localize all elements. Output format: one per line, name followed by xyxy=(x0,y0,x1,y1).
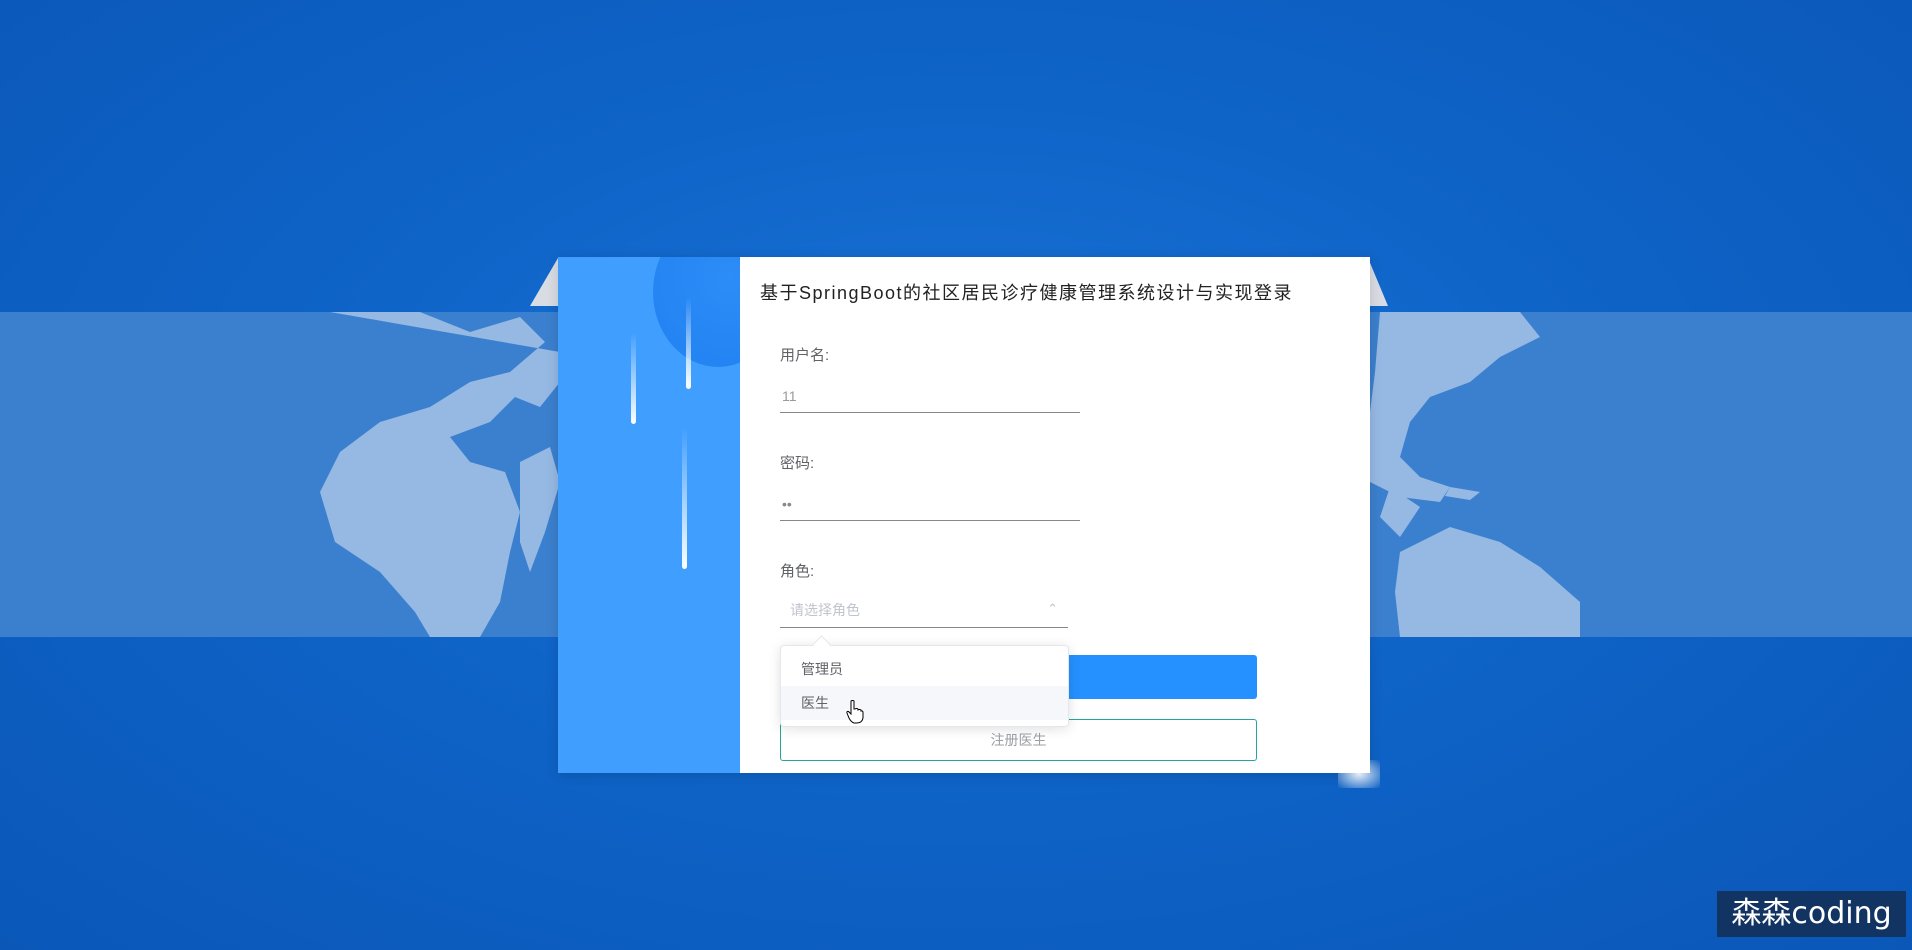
card-corner-right xyxy=(1368,258,1388,306)
light-glare xyxy=(1338,760,1380,788)
decorative-streak xyxy=(682,427,687,569)
password-label: 密码: xyxy=(780,455,815,472)
north-america-shape xyxy=(1360,312,1540,502)
decorative-blob xyxy=(653,257,740,367)
hand-cursor-icon xyxy=(846,700,864,729)
caribbean-shape xyxy=(1445,487,1480,500)
role-dropdown-menu: 管理员 医生 xyxy=(780,645,1069,727)
chevron-up-icon: ⌃ xyxy=(1047,601,1058,616)
decorative-streak xyxy=(631,332,636,424)
dropdown-option-admin[interactable]: 管理员 xyxy=(781,652,1068,686)
role-label: 角色: xyxy=(780,563,815,580)
role-select[interactable]: 请选择角色 ⌃ xyxy=(780,589,1068,628)
username-label: 用户名: xyxy=(780,347,830,364)
decorative-panel xyxy=(558,257,740,773)
dropdown-option-doctor[interactable]: 医生 xyxy=(781,686,1068,720)
madagascar-region-shape xyxy=(520,447,560,572)
username-input[interactable]: 11 xyxy=(780,379,1080,413)
password-input[interactable]: •• xyxy=(780,487,1080,521)
page-title: 基于SpringBoot的社区居民诊疗健康管理系统设计与实现登录 xyxy=(760,283,1294,303)
south-america-shape xyxy=(1395,527,1580,637)
decorative-streak xyxy=(686,297,691,389)
card-corner-left xyxy=(530,258,558,306)
watermark: 森森coding xyxy=(1717,891,1906,937)
role-select-placeholder: 请选择角色 xyxy=(790,602,860,618)
